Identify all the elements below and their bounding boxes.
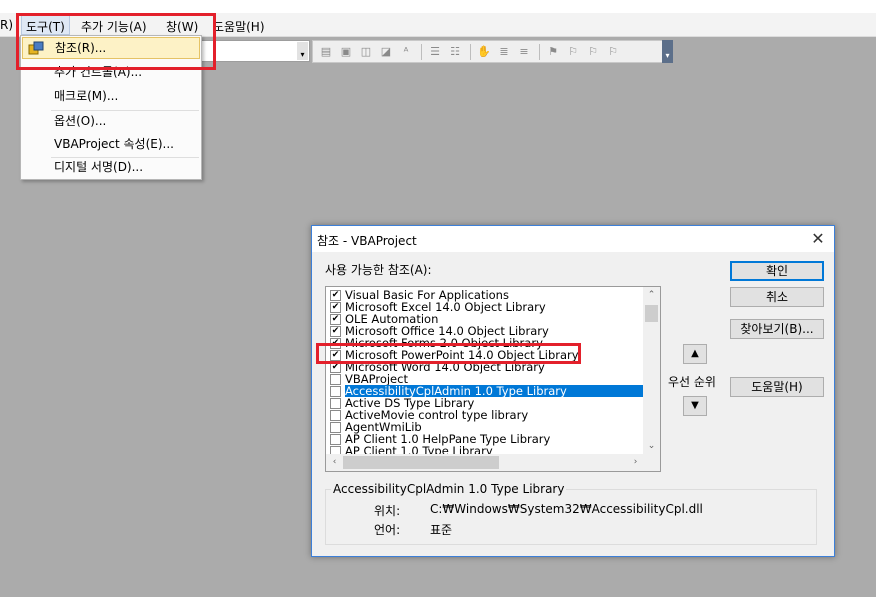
next-bookmark-icon[interactable]: ⚐ — [564, 43, 582, 61]
uncomment-block-icon[interactable]: ≡ — [515, 43, 533, 61]
window-top-strip — [0, 0, 876, 13]
menu-item-project-properties-label: VBAProject 속성(E)... — [54, 137, 174, 151]
menu-item-help[interactable]: 도움말(H) — [213, 18, 265, 35]
vertical-scroll-thumb[interactable] — [645, 305, 658, 322]
list-constants-icon[interactable]: ▣ — [337, 43, 355, 61]
references-dialog: 참조 - VBAProject ✕ 사용 가능한 참조(A): ✔ Visual … — [311, 225, 835, 557]
menu-item-macros[interactable]: 매크로(M)... — [21, 85, 201, 107]
menu-item-project-properties[interactable]: VBAProject 속성(E)... — [21, 133, 201, 155]
menu-item-digital-signature[interactable]: 디지털 서명(D)... — [21, 156, 201, 178]
clear-bookmarks-icon[interactable]: ⚐ — [604, 43, 622, 61]
toolbar-separator — [539, 43, 540, 60]
checkmark-icon[interactable]: ✔ — [330, 326, 341, 337]
horizontal-scrollbar[interactable]: ‹ › — [326, 454, 644, 471]
toggle-bookmark-icon[interactable]: ⚑ — [544, 43, 562, 61]
scroll-up-icon[interactable]: ⌃ — [643, 287, 660, 304]
dialog-title: 참조 - VBAProject — [317, 234, 417, 248]
toolbar-separator — [421, 43, 422, 60]
cancel-button[interactable]: 취소 — [730, 287, 824, 307]
toolbar-options-icon[interactable]: ▾ — [662, 40, 673, 63]
vertical-scrollbar[interactable]: ⌃ ⌄ — [643, 287, 660, 455]
menu-item-macros-label: 매크로(M)... — [54, 89, 119, 103]
toggle-breakpoint-icon[interactable]: ✋ — [475, 43, 493, 61]
ok-button[interactable]: 확인 — [730, 261, 824, 281]
language-value: 표준 — [430, 523, 453, 537]
reference-checkbox[interactable] — [330, 398, 341, 409]
help-button[interactable]: 도움말(H) — [730, 377, 824, 397]
outdent-icon[interactable]: ☷ — [446, 43, 464, 61]
complete-word-icon[interactable]: ᴬ — [397, 43, 415, 61]
highlight-box-tools-menu — [16, 13, 216, 70]
edit-toolbar: ▤ ▣ ◫ ◪ ᴬ ☰ ☷ ✋ ≣ ≡ ⚑ ⚐ ⚐ ⚐ — [312, 40, 672, 63]
comment-block-icon[interactable]: ≣ — [495, 43, 513, 61]
priority-up-button[interactable]: ▲ — [683, 344, 707, 364]
references-listbox[interactable]: ✔ Visual Basic For Applications ✔ Microsoft… — [325, 286, 661, 472]
reference-checkbox[interactable] — [330, 410, 341, 421]
reference-checkbox[interactable] — [330, 386, 341, 397]
menu-item-digital-signature-label: 디지털 서명(D)... — [54, 160, 144, 174]
list-properties-icon[interactable]: ▤ — [317, 43, 335, 61]
indent-icon[interactable]: ☰ — [426, 43, 444, 61]
toolbar-separator — [470, 43, 471, 60]
arrow-down-icon: ▼ — [691, 400, 699, 411]
menu-item-view-partial[interactable]: R) — [0, 18, 13, 32]
reference-checkbox[interactable] — [330, 374, 341, 385]
selected-reference-title: AccessibilityCplAdmin 1.0 Type Library — [331, 482, 567, 496]
scroll-down-icon[interactable]: ⌄ — [643, 438, 660, 455]
previous-bookmark-icon[interactable]: ⚐ — [584, 43, 602, 61]
priority-label: 우선 순위 — [668, 375, 716, 389]
scrollbar-corner — [643, 454, 660, 471]
checkmark-icon[interactable]: ✔ — [330, 290, 341, 301]
location-label: 위치: — [374, 504, 401, 518]
highlight-box-powerpoint-reference — [316, 343, 581, 364]
language-label: 언어: — [374, 523, 401, 537]
menu-item-options-label: 옵션(O)... — [54, 114, 107, 128]
priority-down-button[interactable]: ▼ — [683, 396, 707, 416]
quick-info-icon[interactable]: ◫ — [357, 43, 375, 61]
chevron-down-icon[interactable]: ▾ — [297, 42, 308, 60]
location-value: C:₩Windows₩System32₩AccessibilityCpl.dll — [430, 502, 703, 516]
reference-checkbox[interactable] — [330, 422, 341, 433]
checkmark-icon[interactable]: ✔ — [330, 314, 341, 325]
parameter-info-icon[interactable]: ◪ — [377, 43, 395, 61]
browse-button[interactable]: 찾아보기(B)... — [730, 319, 824, 339]
menu-item-options[interactable]: 옵션(O)... — [21, 110, 201, 132]
close-icon[interactable]: ✕ — [808, 229, 828, 249]
reference-checkbox[interactable] — [330, 434, 341, 445]
references-list: ✔ Visual Basic For Applications ✔ Microsoft… — [329, 289, 645, 457]
dialog-titlebar: 참조 - VBAProject ✕ — [312, 226, 834, 252]
horizontal-scroll-thumb[interactable] — [343, 456, 499, 469]
available-references-label: 사용 가능한 참조(A): — [325, 263, 432, 277]
arrow-up-icon: ▲ — [691, 348, 699, 359]
scroll-left-icon[interactable]: ‹ — [326, 454, 343, 471]
checkmark-icon[interactable]: ✔ — [330, 302, 341, 313]
scroll-right-icon[interactable]: › — [627, 454, 644, 471]
